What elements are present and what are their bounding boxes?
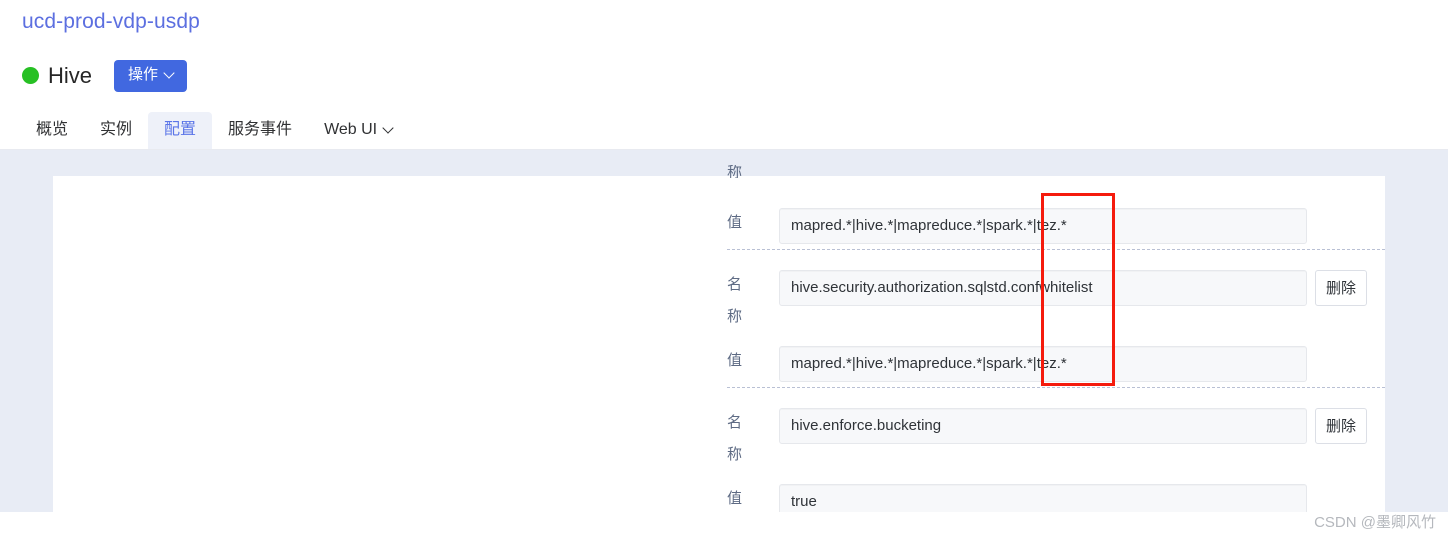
watermark: CSDN @墨卿风竹 [1314,514,1436,531]
field-label-value: 值 [727,352,743,369]
tab-web-ui-label: Web UI [324,121,378,138]
tab-bar: 概览 实例 配置 服务事件 Web UI [20,112,409,150]
value-input[interactable]: mapred.*|hive.*|mapreduce.*|spark.*|tez.… [779,346,1307,382]
page-header: ucd-prod-vdp-usdp Hive 操作 概览 实例 配置 服务事件 [0,0,1448,150]
footer-bar [20,512,1448,542]
chevron-down-icon [165,69,174,78]
breadcrumb-cluster-link[interactable]: ucd-prod-vdp-usdp [22,10,200,34]
name-input[interactable]: hive.enforce.bucketing [779,408,1307,444]
config-card: 称 值 mapred.*|hive.*|mapreduce.*|spark.*|… [53,165,1385,520]
row-separator [727,249,1385,250]
clipped-name-label: 称 [727,165,743,178]
service-name: Hive [48,62,93,88]
field-label-name-line2: 称 [727,308,743,325]
field-label-name-line1: 名 [727,276,743,293]
tab-service-events-label: 服务事件 [228,121,293,138]
value-input[interactable]: mapred.*|hive.*|mapreduce.*|spark.*|tez.… [779,208,1307,244]
service-status-dot [22,67,39,85]
tab-service-events[interactable]: 服务事件 [212,112,308,150]
field-label-value: 值 [727,214,743,231]
tab-configuration[interactable]: 配置 [148,112,213,150]
field-label-name-line1: 名 [727,414,743,431]
delete-button[interactable]: 删除 [1315,270,1367,306]
row-separator [727,387,1385,388]
name-input[interactable]: hive.security.authorization.sqlstd.confw… [779,270,1307,306]
app-root: ucd-prod-vdp-usdp Hive 操作 概览 实例 配置 服务事件 [0,0,1448,542]
delete-button[interactable]: 删除 [1315,408,1367,444]
tab-instances[interactable]: 实例 [84,112,148,150]
tab-configuration-label: 配置 [164,121,197,138]
field-label-value: 值 [727,490,743,507]
field-label-name-line2: 称 [727,446,743,463]
tab-overview-label: 概览 [36,121,69,138]
tab-instances-label: 实例 [100,121,133,138]
action-button[interactable]: 操作 [114,60,188,92]
service-title-row: Hive 操作 [22,60,188,92]
tab-overview[interactable]: 概览 [20,112,84,150]
tab-web-ui[interactable]: Web UI [308,112,409,150]
action-button-label: 操作 [128,66,159,83]
chevron-down-icon [384,124,393,133]
